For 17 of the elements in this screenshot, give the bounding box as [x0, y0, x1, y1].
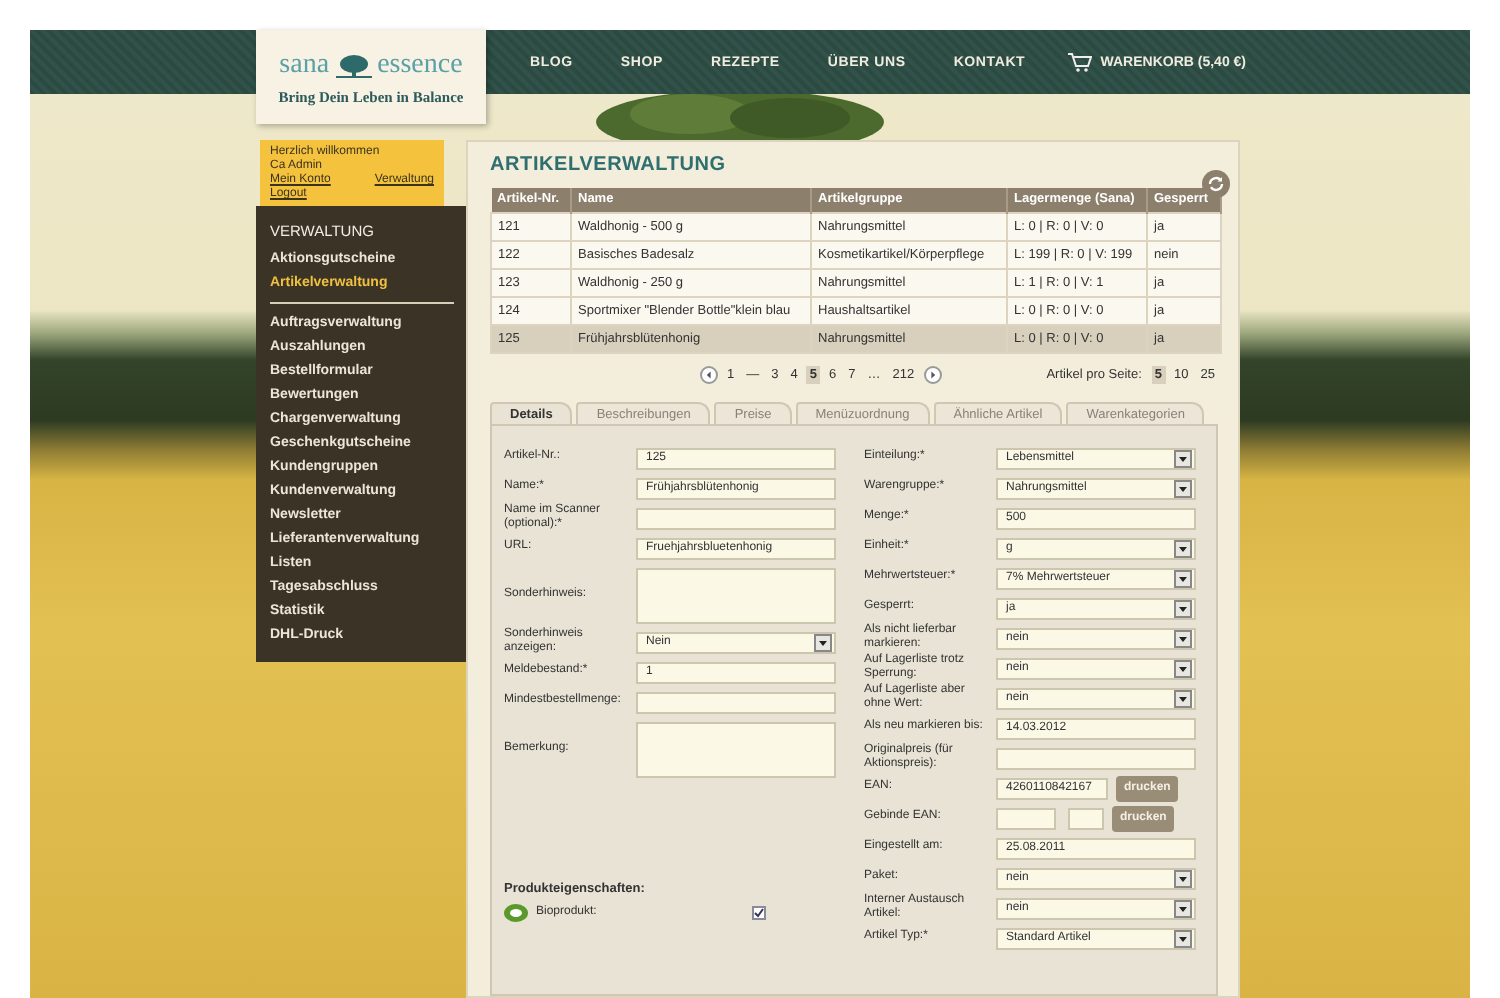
text-field[interactable] — [996, 747, 1196, 769]
check-icon — [754, 907, 764, 917]
page-title: ARTIKELVERWALTUNG — [490, 154, 728, 176]
cart-icon — [1068, 52, 1093, 72]
text-area[interactable] — [636, 567, 836, 623]
text-field[interactable] — [636, 507, 836, 529]
leaf-icon — [504, 903, 528, 921]
text-field[interactable] — [636, 691, 836, 713]
logo-word: essence — [377, 49, 463, 81]
logo-word: sana — [279, 49, 330, 81]
previous-page-icon[interactable] — [700, 366, 718, 384]
tree-icon — [333, 53, 374, 77]
text-area[interactable] — [636, 721, 836, 777]
checkbox[interactable] — [752, 905, 766, 919]
next-page-icon[interactable] — [923, 366, 942, 384]
text-field[interactable] — [1068, 807, 1104, 829]
text-field[interactable] — [996, 807, 1056, 829]
